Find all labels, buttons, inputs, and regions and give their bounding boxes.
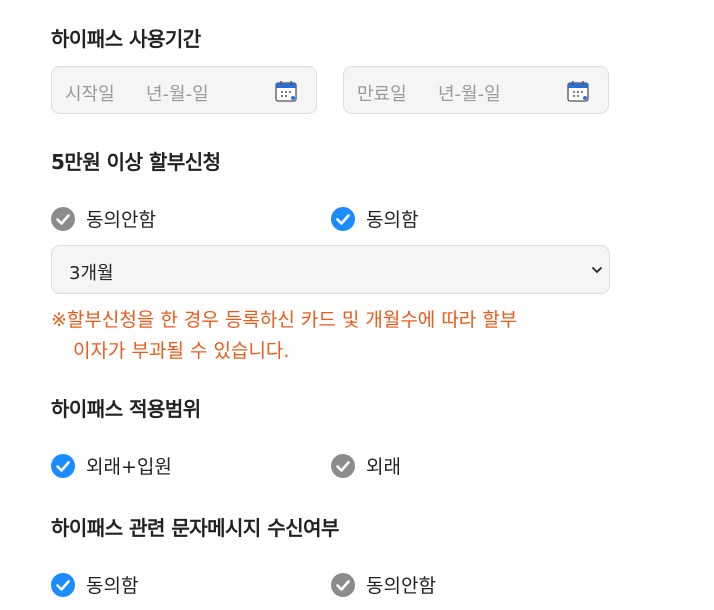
sms-option-agree[interactable]: 동의함 [51, 571, 138, 598]
notice-line-1: ※할부신청을 한 경우 등록하신 카드 및 개월수에 따라 할부 [51, 309, 518, 331]
start-date-label: 시작일 [65, 84, 115, 105]
option-label: 외래+입원 [86, 456, 172, 478]
check-circle-icon[interactable] [51, 453, 75, 478]
installment-option-agree[interactable]: 동의함 [331, 205, 418, 232]
scope-title: 하이패스 적용범위 [51, 397, 201, 421]
option-label: 동의함 [366, 209, 419, 231]
check-circle-icon[interactable] [331, 453, 355, 478]
scope-option-outpatient-inpatient[interactable]: 외래+입원 [51, 452, 172, 479]
installment-title: 5만원 이상 할부신청 [51, 150, 221, 174]
installment-months-select[interactable]: 3개월 [51, 245, 610, 294]
sms-option-disagree[interactable]: 동의안함 [331, 571, 436, 598]
notice-line-2: 이자가 부과될 수 있습니다. [73, 340, 290, 362]
sms-title: 하이패스 관련 문자메시지 수신여부 [51, 516, 339, 540]
check-circle-icon[interactable] [331, 206, 355, 231]
installment-notice: ※할부신청을 한 경우 등록하신 카드 및 개월수에 따라 할부 이자가 부과될… [51, 305, 517, 367]
option-label: 외래 [366, 456, 401, 478]
option-label: 동의안함 [366, 575, 436, 597]
option-label: 동의함 [86, 575, 139, 597]
selected-months: 3개월 [69, 263, 114, 284]
end-date-placeholder: 년-월-일 [438, 84, 501, 105]
option-label: 동의안함 [86, 209, 156, 231]
chevron-down-icon [592, 267, 602, 273]
check-circle-icon[interactable] [51, 206, 75, 231]
start-date-field[interactable]: 시작일 년-월-일 [51, 66, 317, 114]
end-date-label: 만료일 [357, 84, 407, 105]
calendar-icon[interactable] [275, 80, 297, 102]
usage-period-title: 하이패스 사용기간 [51, 27, 201, 51]
end-date-field[interactable]: 만료일 년-월-일 [343, 66, 609, 114]
check-circle-icon[interactable] [331, 572, 355, 597]
installment-option-disagree[interactable]: 동의안함 [51, 205, 156, 232]
scope-option-outpatient[interactable]: 외래 [331, 452, 401, 479]
start-date-placeholder: 년-월-일 [146, 84, 209, 105]
calendar-icon[interactable] [567, 80, 589, 102]
check-circle-icon[interactable] [51, 572, 75, 597]
